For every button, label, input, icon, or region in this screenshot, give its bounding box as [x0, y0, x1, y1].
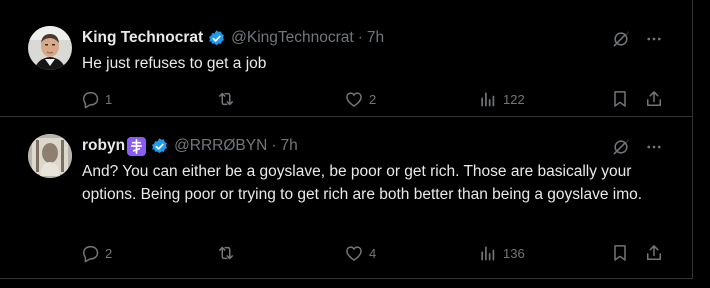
grok-icon[interactable]: [610, 28, 632, 50]
reply-count: 2: [105, 245, 113, 261]
views-icon: [478, 243, 498, 263]
reply-count: 1: [105, 91, 113, 107]
grok-icon[interactable]: [610, 136, 632, 158]
views-icon: [478, 89, 498, 109]
share-icon: [644, 89, 664, 109]
view-count: 136: [503, 245, 525, 261]
author-name[interactable]: King Technocrat: [82, 29, 203, 47]
views-button[interactable]: 122: [478, 88, 525, 110]
author-name[interactable]: robyn: [82, 137, 125, 155]
bookmark-icon: [610, 89, 630, 109]
tweet-text: And? You can either be a goyslave, be po…: [82, 163, 643, 203]
views-button[interactable]: 136: [478, 242, 525, 264]
orthodox-cross-emoji: [127, 136, 147, 156]
like-button[interactable]: 2: [344, 88, 376, 110]
author-handle[interactable]: @RRRØBYN: [174, 137, 267, 155]
separator-dot: ·: [271, 137, 277, 154]
more-icon[interactable]: [643, 136, 665, 158]
tweet-text: He just refuses to get a job: [82, 55, 267, 72]
share-button[interactable]: [644, 242, 664, 264]
bookmark-button[interactable]: [610, 88, 630, 110]
retweet-button[interactable]: [216, 242, 241, 264]
timestamp[interactable]: 7h: [280, 137, 297, 155]
share-button[interactable]: [644, 88, 664, 110]
like-icon: [344, 89, 364, 109]
reply-button[interactable]: 2: [80, 242, 112, 264]
retweet-button[interactable]: [216, 88, 241, 110]
share-icon: [644, 243, 664, 263]
reply-icon: [80, 89, 100, 109]
verified-badge-icon[interactable]: [150, 137, 169, 156]
like-count: 4: [369, 245, 377, 261]
bookmark-icon: [610, 243, 630, 263]
separator-dot: ·: [357, 29, 363, 46]
timestamp[interactable]: 7h: [367, 29, 384, 47]
reply-button[interactable]: 1: [80, 88, 112, 110]
reply-icon: [80, 243, 100, 263]
author-handle[interactable]: @KingTechnocrat: [231, 29, 354, 47]
tweet-header: King Technocrat @KingTechnocrat · 7h: [82, 28, 384, 48]
retweet-icon: [216, 243, 236, 263]
tweet-actions: 2 4 136: [80, 242, 670, 264]
avatar[interactable]: [28, 26, 72, 70]
view-count: 122: [503, 91, 525, 107]
verified-badge-icon[interactable]: [207, 29, 226, 48]
like-button[interactable]: 4: [344, 242, 376, 264]
tweet-actions: 1 2 122: [80, 88, 670, 110]
avatar[interactable]: [28, 134, 72, 178]
bookmark-button[interactable]: [610, 242, 630, 264]
retweet-icon: [216, 89, 236, 109]
tweet-header: robyn @RRRØBYN · 7h: [82, 136, 298, 156]
like-icon: [344, 243, 364, 263]
tweet-divider: [0, 116, 692, 117]
like-count: 2: [369, 91, 377, 107]
more-icon[interactable]: [643, 28, 665, 50]
